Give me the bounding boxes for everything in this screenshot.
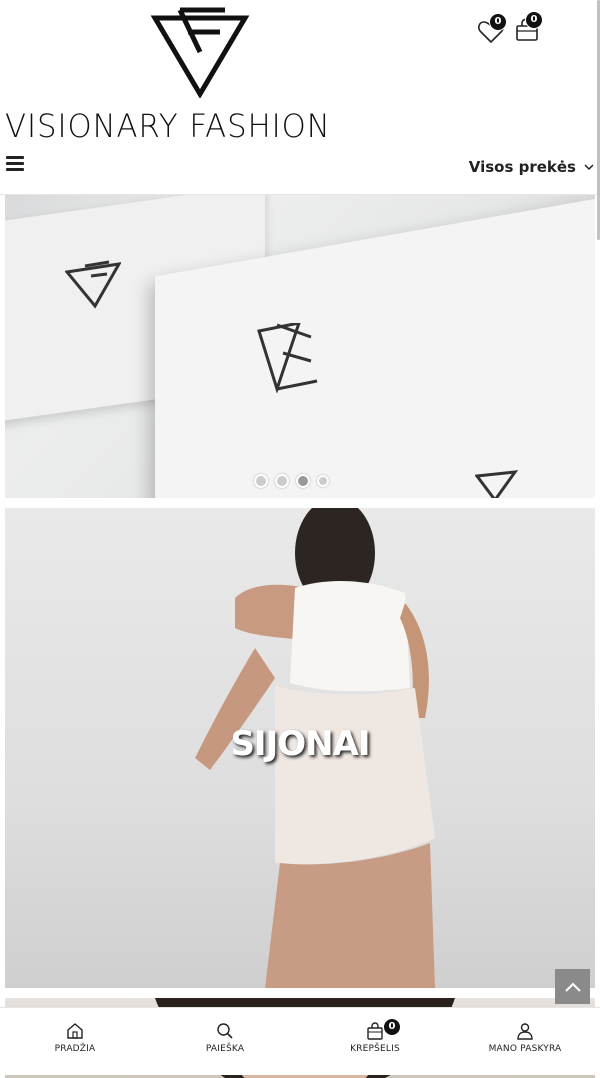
- cart-count-badge: 0: [525, 11, 543, 29]
- box-logo-icon: [475, 470, 519, 498]
- all-products-dropdown[interactable]: Visos prekės: [469, 158, 594, 176]
- wishlist-count-badge: 0: [489, 13, 507, 31]
- slider-dot-4[interactable]: [317, 475, 329, 487]
- site-header: VISIONARY FASHION 0 0 Visos prekės: [0, 0, 600, 195]
- brand-logo-mark[interactable]: [150, 6, 250, 98]
- bottom-navigation: PRADŽIA PAIEŠKA 0 KREPŠELIS MANO PASKYRA: [0, 1007, 600, 1075]
- box-logo-icon: [65, 260, 121, 309]
- category-banner-skirts[interactable]: SIJONAI: [5, 508, 595, 988]
- bottom-nav-home[interactable]: PRADŽIA: [0, 1008, 150, 1075]
- bottom-nav-label: PAIEŠKA: [205, 1044, 245, 1054]
- chevron-up-icon: [564, 982, 581, 992]
- bottom-nav-cart[interactable]: 0 KREPŠELIS: [300, 1008, 450, 1075]
- cart-button[interactable]: 0: [515, 11, 543, 42]
- bottom-nav-search[interactable]: PAIEŠKA: [150, 1008, 300, 1075]
- slider-dot-2[interactable]: [275, 474, 289, 488]
- slider-pagination: [254, 474, 329, 488]
- bottom-nav-account[interactable]: MANO PASKYRA: [450, 1008, 600, 1075]
- user-icon: [517, 1023, 533, 1040]
- category-title: SIJONAI: [230, 724, 370, 764]
- cart-count-badge: 0: [383, 1018, 401, 1036]
- box-logo-icon: [257, 323, 318, 393]
- hamburger-icon: [6, 156, 24, 159]
- bag-icon: [367, 1022, 383, 1040]
- brand-logo-text[interactable]: VISIONARY FASHION: [5, 108, 381, 144]
- wishlist-button[interactable]: 0: [478, 13, 507, 44]
- search-icon: [217, 1023, 233, 1039]
- all-products-label: Visos prekės: [468, 158, 576, 176]
- bottom-nav-label: PRADŽIA: [54, 1044, 96, 1054]
- slider-dot-1[interactable]: [254, 474, 268, 488]
- bottom-nav-label: KREPŠELIS: [350, 1044, 400, 1054]
- menu-toggle-button[interactable]: [6, 156, 24, 172]
- chevron-down-icon: [584, 164, 594, 171]
- back-to-top-button[interactable]: [555, 969, 590, 1004]
- home-icon: [67, 1023, 83, 1039]
- hero-slider[interactable]: [5, 195, 595, 498]
- bottom-nav-label: MANO PASKYRA: [488, 1044, 562, 1054]
- slider-dot-3[interactable]: [296, 474, 310, 488]
